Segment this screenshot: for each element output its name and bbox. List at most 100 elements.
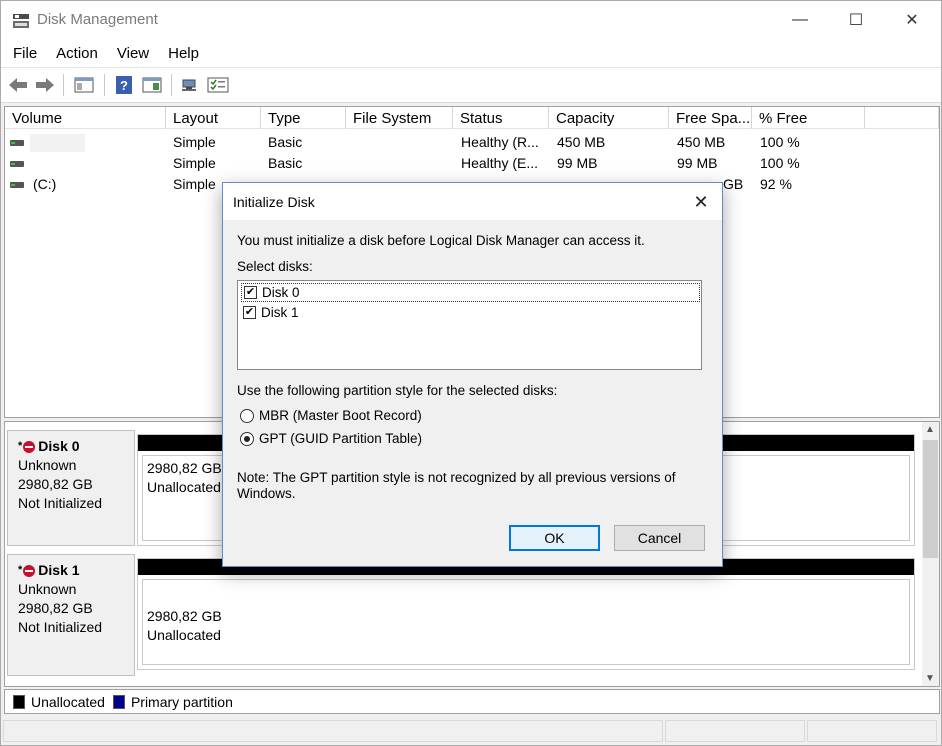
disk-0-name-row: * Disk 0 [18, 437, 134, 456]
minimize-button[interactable]: — [777, 1, 823, 39]
disk-0-checkbox[interactable]: ✔ [244, 286, 257, 299]
column-header-capacity[interactable]: Capacity [549, 107, 669, 129]
disk-type: Unknown [18, 581, 77, 597]
title-bar: Disk Management — ☐ ✕ [1, 1, 941, 39]
gpt-radio[interactable] [240, 431, 254, 446]
checklist-button[interactable] [207, 75, 229, 95]
status-bar [1, 717, 941, 745]
volume-free-space: 99 MB [677, 155, 718, 171]
disk-1-label[interactable]: * Disk 1 Unknown 2980,82 GB Not Initiali… [7, 554, 135, 676]
partition-style-label: Use the following partition style for th… [237, 383, 558, 398]
disk-1-checkbox-row[interactable]: ✔ Disk 1 [241, 303, 299, 322]
disk-select-list[interactable]: ✔ Disk 0 ✔ Disk 1 [237, 280, 702, 370]
volume-row[interactable]: Simple Basic Healthy (R... 450 MB 450 MB… [5, 132, 939, 153]
gpt-note-line-1: Note: The GPT partition style is not rec… [237, 470, 676, 485]
gpt-radio-option[interactable]: GPT (GUID Partition Table) [240, 431, 422, 446]
status-panel [665, 720, 805, 742]
checklist-icon [207, 77, 229, 93]
disk-0-checkbox-row[interactable]: ✔ Disk 0 [241, 283, 700, 302]
disk-1-partition[interactable]: 2980,82 GB Unallocated [137, 558, 915, 670]
window-title: Disk Management [37, 11, 158, 28]
legend: Unallocated Primary partition [4, 689, 940, 714]
toolbar-separator [171, 74, 172, 96]
status-panel [807, 720, 937, 742]
volume-type: Basic [268, 155, 303, 171]
scroll-thumb[interactable] [923, 440, 938, 558]
volume-percent-free: 100 % [760, 155, 800, 171]
properties-button[interactable] [141, 75, 163, 95]
properties-icon [142, 77, 162, 93]
dialog-title-bar: Initialize Disk ✕ [223, 183, 722, 220]
legend-primary: Primary partition [130, 693, 233, 710]
dialog-title: Initialize Disk [233, 194, 315, 210]
disk-1-name-row: * Disk 1 [18, 561, 134, 580]
drive-icon [10, 140, 24, 146]
show-hide-console-tree-button[interactable] [73, 75, 95, 95]
volume-row[interactable]: Simple Basic Healthy (E... 99 MB 99 MB 1… [5, 153, 939, 174]
status-panel [3, 720, 663, 742]
column-header-free-space[interactable]: Free Spa... [669, 107, 752, 129]
unallocated-swatch [13, 694, 25, 709]
disk-type: Unknown [18, 457, 77, 473]
volume-layout: Simple [173, 176, 216, 192]
forward-icon [36, 78, 54, 92]
menu-help[interactable]: Help [161, 45, 206, 62]
column-header-file-system[interactable]: File System [346, 107, 453, 129]
help-button[interactable]: ? [113, 75, 135, 95]
gpt-note-line-2: Windows. [237, 486, 296, 501]
disk-1-checkbox-label: Disk 1 [261, 305, 299, 320]
volume-layout: Simple [173, 134, 216, 150]
connect-button[interactable] [179, 75, 201, 95]
column-header-layout[interactable]: Layout [166, 107, 261, 129]
close-icon: ✕ [905, 12, 919, 29]
help-icon: ? [116, 76, 132, 94]
column-header-status[interactable]: Status [453, 107, 549, 129]
disk-0-label[interactable]: * Disk 0 Unknown 2980,82 GB Not Initiali… [7, 430, 135, 546]
svg-text:?: ? [120, 78, 128, 93]
column-header-percent-free[interactable]: % Free [752, 107, 865, 129]
forward-button[interactable] [34, 75, 56, 95]
partition-body: 2980,82 GB Unallocated [142, 579, 910, 665]
initialize-disk-dialog: Initialize Disk ✕ You must initialize a … [222, 182, 723, 567]
column-header-blank [865, 107, 939, 129]
volume-percent-free: 100 % [760, 134, 800, 150]
partition-label: Unallocated [147, 627, 221, 643]
ok-button[interactable]: OK [509, 525, 600, 551]
back-icon [9, 78, 27, 92]
close-button[interactable]: ✕ [889, 1, 935, 39]
dialog-close-button[interactable]: ✕ [688, 190, 714, 214]
disk-pane-scrollbar[interactable]: ▲ ▼ [922, 422, 939, 686]
disk-name: Disk 0 [38, 438, 80, 454]
column-header-volume[interactable]: Volume [5, 107, 166, 129]
disk-1-checkbox[interactable]: ✔ [243, 306, 256, 319]
cancel-button[interactable]: Cancel [614, 525, 705, 551]
menu-view[interactable]: View [110, 45, 156, 62]
toolbar-separator [104, 74, 105, 96]
maximize-icon: ☐ [848, 12, 864, 29]
mbr-radio[interactable] [240, 408, 254, 423]
connect-icon [182, 79, 196, 91]
column-header-type[interactable]: Type [261, 107, 346, 129]
volume-capacity: 99 MB [557, 155, 598, 171]
gpt-radio-label: GPT (GUID Partition Table) [259, 431, 423, 446]
volume-name: (C:) [33, 176, 57, 192]
maximize-button[interactable]: ☐ [833, 1, 879, 39]
scroll-up-icon[interactable]: ▲ [925, 424, 935, 435]
volume-name [30, 134, 85, 152]
volume-free-space: GB [723, 176, 744, 192]
toolbar-separator [63, 74, 64, 96]
disk-size: 2980,82 GB [18, 476, 93, 492]
menu-file[interactable]: File [6, 45, 44, 62]
minimize-icon: — [792, 11, 808, 28]
menu-action[interactable]: Action [49, 45, 105, 62]
disk-star-icon: * [18, 564, 23, 576]
select-disks-label: Select disks: [237, 259, 313, 274]
scroll-down-icon[interactable]: ▼ [925, 673, 935, 684]
partition-size: 2980,82 GB [147, 608, 222, 624]
back-button[interactable] [7, 75, 29, 95]
primary-swatch [112, 694, 125, 709]
disk-state: Not Initialized [18, 495, 103, 511]
dialog-intro-text: You must initialize a disk before Logica… [237, 233, 645, 248]
disk-management-window: Disk Management — ☐ ✕ File Action View H… [0, 0, 942, 746]
mbr-radio-option[interactable]: MBR (Master Boot Record) [240, 408, 422, 423]
